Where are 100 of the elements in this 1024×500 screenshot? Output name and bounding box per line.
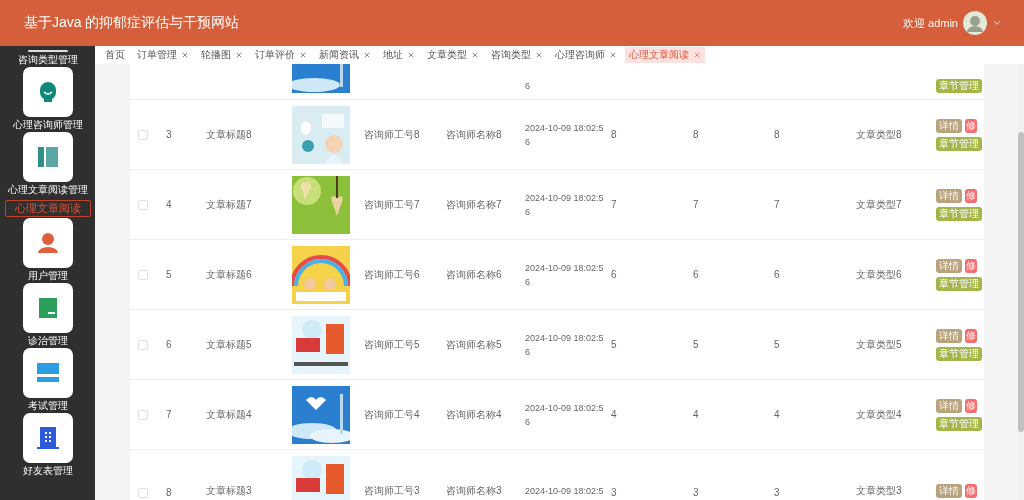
close-icon[interactable]	[363, 51, 371, 59]
table-cell-text: 文章标题8	[205, 127, 253, 142]
table-cell-text: 3	[165, 129, 173, 140]
sidebar-item[interactable]: 咨询类型管理	[17, 54, 78, 66]
detail-button[interactable]: 详情	[936, 484, 962, 498]
row-checkbox[interactable]	[138, 269, 148, 280]
table-cell-text: 咨询师工号4	[363, 407, 421, 422]
sidebar-subitem[interactable]: 心理文章阅读	[4, 200, 91, 217]
close-icon[interactable]	[693, 51, 701, 59]
chapter-button[interactable]: 章节管理	[936, 79, 982, 93]
table-cell-text: 4	[165, 199, 173, 210]
edit-button[interactable]: 修	[965, 484, 977, 498]
sidebar-item[interactable]: 用户管理	[27, 270, 68, 282]
row-checkbox[interactable]	[138, 339, 148, 350]
menu-icon-tile[interactable]	[22, 348, 73, 398]
sidebar-item[interactable]: 考试管理	[27, 400, 68, 412]
card-icon	[36, 297, 59, 319]
table-cell-text: 5	[773, 339, 781, 350]
table-cell-text: 咨询师名称8	[445, 127, 503, 142]
table-cell-text: 5	[692, 339, 700, 350]
detail-button[interactable]: 详情	[936, 118, 962, 133]
table-cell-text: 咨询师名称7	[445, 197, 503, 212]
table-cell-text: 2024-10-09 18:02:56	[525, 331, 605, 359]
tab[interactable]: 心理文章阅读	[625, 47, 705, 63]
table-cell-text: 2024-10-09 18:02:5	[525, 485, 605, 498]
sidebar-item[interactable]: 诊治管理	[27, 335, 68, 347]
edit-button[interactable]: 修	[965, 188, 977, 203]
table-cell-text: 文章标题3	[205, 484, 253, 498]
edit-button[interactable]: 修	[965, 118, 977, 133]
table-cell-text: 7	[610, 199, 618, 210]
welcome-text: 欢迎 admin	[902, 15, 958, 31]
menu-icon-tile[interactable]	[22, 132, 73, 182]
table-cell-text: 文章类型4	[855, 407, 903, 422]
menu-icon-tile[interactable]	[22, 413, 73, 463]
table-cell-text: 咨询师名称3	[445, 484, 503, 498]
table-cell-text: 文章类型5	[855, 337, 903, 352]
table-cell-text: 3	[692, 487, 700, 498]
table-cell-text: 2024-10-09 18:02:56	[525, 261, 605, 289]
close-icon[interactable]	[181, 51, 189, 59]
table-cell-text: 咨询师名称5	[445, 337, 503, 352]
building-icon	[36, 426, 59, 450]
close-icon[interactable]	[609, 51, 617, 59]
tab[interactable]: 文章类型	[423, 47, 483, 63]
tab[interactable]: 心理咨询师	[551, 47, 621, 63]
detail-button[interactable]: 详情	[936, 328, 962, 343]
chapter-button[interactable]: 章节管理	[936, 346, 982, 361]
tab[interactable]: 订单评价	[251, 47, 311, 63]
row-checkbox[interactable]	[138, 129, 148, 140]
close-icon[interactable]	[299, 51, 307, 59]
tab[interactable]: 新闻资讯	[315, 47, 375, 63]
table-cell-text: 文章标题4	[205, 407, 253, 422]
table-cell-text: 7	[692, 199, 700, 210]
table-cell-text: 5	[165, 269, 173, 280]
sidebar-item[interactable]: 好友表管理	[22, 465, 73, 477]
edit-button[interactable]: 修	[965, 258, 977, 273]
table-cell-text: 文章类型8	[855, 127, 903, 142]
tab[interactable]: 地址	[379, 47, 419, 63]
table-cell-text: 7	[773, 199, 781, 210]
menu-icon-tile[interactable]	[22, 218, 73, 268]
table-cell-text: 6	[165, 339, 173, 350]
tab[interactable]: 咨询类型	[487, 47, 547, 63]
detail-button[interactable]: 详情	[936, 258, 962, 273]
avatar[interactable]	[963, 11, 987, 35]
chapter-button[interactable]: 章节管理	[936, 136, 982, 151]
tab[interactable]: 订单管理	[133, 47, 193, 63]
table-cell-text: 咨询师工号5	[363, 337, 421, 352]
panel-icon	[36, 146, 59, 168]
chapter-button[interactable]: 章节管理	[936, 206, 982, 221]
edit-button[interactable]: 修	[965, 328, 977, 343]
table-cell-text: 咨询师工号6	[363, 267, 421, 282]
close-icon[interactable]	[471, 51, 479, 59]
tab[interactable]: 轮播图	[197, 47, 247, 63]
caret-icon[interactable]	[992, 18, 1002, 28]
table-cell-text: 文章标题7	[205, 197, 253, 212]
close-icon[interactable]	[535, 51, 543, 59]
sidebar-item[interactable]: 心理文章阅读管理	[7, 184, 88, 196]
table-cell-text: 6	[692, 269, 700, 280]
detail-button[interactable]: 详情	[936, 188, 962, 203]
row-checkbox[interactable]	[138, 409, 148, 420]
table-cell-text: 4	[610, 409, 618, 420]
table-cell-text: 3	[610, 487, 618, 498]
close-icon[interactable]	[407, 51, 415, 59]
table-cell-text: 3	[773, 487, 781, 498]
chapter-button[interactable]: 章节管理	[936, 416, 982, 431]
menu-icon-tile[interactable]	[22, 67, 73, 117]
detail-button[interactable]: 详情	[936, 398, 962, 413]
table-cell-text: 咨询师工号8	[363, 127, 421, 142]
table-cell-text: 文章类型6	[855, 267, 903, 282]
chapter-button[interactable]: 章节管理	[936, 276, 982, 291]
close-icon[interactable]	[235, 51, 243, 59]
table-cell-text: 8	[610, 129, 618, 140]
edit-button[interactable]: 修	[965, 398, 977, 413]
row-checkbox[interactable]	[138, 488, 148, 498]
site-title: 基于Java 的抑郁症评估与干预网站	[24, 14, 240, 32]
row-checkbox[interactable]	[138, 199, 148, 210]
table-cell-text: 6	[525, 80, 531, 93]
sidebar-item[interactable]: 心理咨询师管理	[12, 119, 83, 131]
scrollbar[interactable]	[1018, 64, 1024, 500]
menu-icon-tile[interactable]	[22, 283, 73, 333]
tab[interactable]: 首页	[101, 47, 129, 63]
